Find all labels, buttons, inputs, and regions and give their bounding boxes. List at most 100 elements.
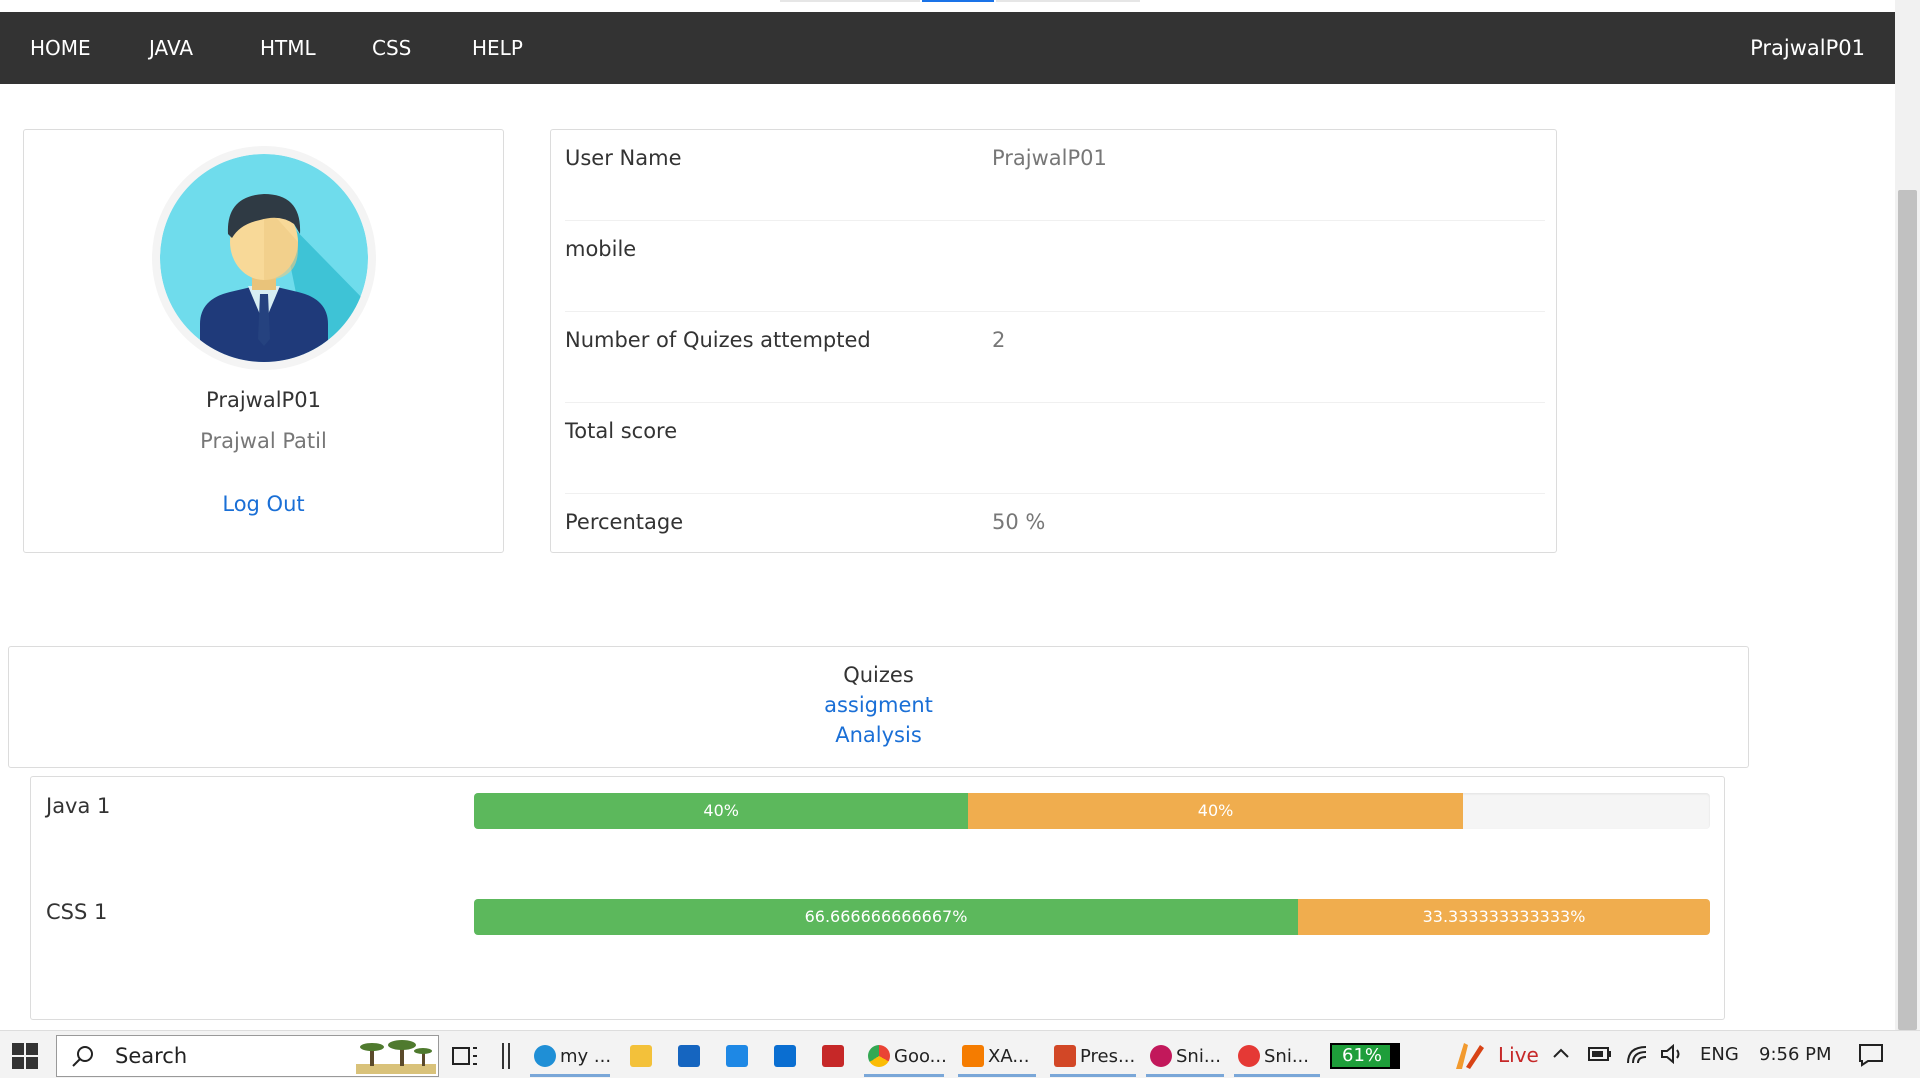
result-label: Java 1 xyxy=(46,794,111,818)
progress-segment-wrong: 40% xyxy=(968,793,1463,829)
taskbar-app-powerpoint[interactable]: Pres... xyxy=(1050,1035,1136,1077)
profile-username: PrajwalP01 xyxy=(206,388,321,412)
chevron-up-icon[interactable] xyxy=(1552,1045,1570,1063)
wifi-icon[interactable] xyxy=(1626,1043,1648,1065)
profile-card: PrajwalP01 Prajwal Patil Log Out xyxy=(23,129,504,553)
active-app-indicator xyxy=(864,1074,944,1077)
shield-icon xyxy=(822,1045,844,1067)
assignment-link[interactable]: assigment xyxy=(9,693,1748,717)
live-label[interactable]: Live xyxy=(1498,1043,1539,1067)
taskbar-search-box[interactable]: Search xyxy=(56,1035,439,1077)
user-details-card: User Name PrajwalP01 mobile Number of Qu… xyxy=(550,129,1557,553)
chrome-icon xyxy=(868,1045,890,1067)
active-app-indicator xyxy=(1050,1074,1136,1077)
scissors-icon xyxy=(1150,1045,1172,1067)
detail-row-mobile: mobile xyxy=(565,221,1545,312)
taskbar-app-label: Pres... xyxy=(1080,1046,1136,1067)
nav-css[interactable]: CSS xyxy=(372,12,411,84)
active-app-indicator xyxy=(530,1074,610,1077)
l-app-icon xyxy=(726,1045,748,1067)
search-icon xyxy=(72,1046,93,1067)
avatar-ring xyxy=(152,146,376,370)
volume-icon[interactable] xyxy=(1660,1044,1684,1064)
detail-label: Total score xyxy=(565,419,678,443)
language-indicator[interactable]: ENG xyxy=(1700,1044,1739,1065)
windows-start-icon[interactable] xyxy=(12,1043,38,1069)
nav-java[interactable]: JAVA xyxy=(149,12,193,84)
taskbar-app-mail[interactable] xyxy=(674,1035,708,1077)
windows-taskbar: Search my ... Goo... XA... Pres... Sni..… xyxy=(0,1030,1920,1078)
detail-value: 2 xyxy=(992,328,1006,352)
quizes-title: Quizes xyxy=(843,663,914,687)
taskbar-app-xampp[interactable]: XA... xyxy=(958,1035,1036,1077)
nav-html[interactable]: HTML xyxy=(260,12,316,84)
detail-label: Percentage xyxy=(565,510,684,534)
detail-value: PrajwalP01 xyxy=(992,146,1107,170)
analysis-link[interactable]: Analysis xyxy=(9,723,1748,747)
top-navbar: HOME JAVA HTML CSS HELP PrajwalP01 xyxy=(0,12,1895,84)
progress-segment-wrong: 33.333333333333% xyxy=(1298,899,1710,935)
battery-icon[interactable] xyxy=(1588,1046,1612,1062)
user-avatar-icon xyxy=(160,154,368,362)
taskbar-app-label: Goo... xyxy=(894,1046,947,1067)
clock[interactable]: 9:56 PM xyxy=(1759,1044,1832,1065)
active-app-indicator xyxy=(1234,1074,1320,1077)
brush-app-icon[interactable] xyxy=(1450,1039,1488,1071)
nav-user[interactable]: PrajwalP01 xyxy=(1750,12,1865,84)
taskbar-app-chrome[interactable]: Goo... xyxy=(864,1035,947,1077)
notification-center-icon[interactable] xyxy=(1858,1043,1884,1067)
outlook-icon xyxy=(774,1045,796,1067)
tab-indicator-active xyxy=(922,0,994,2)
powerpoint-icon xyxy=(1054,1045,1076,1067)
detail-value: 50 % xyxy=(992,510,1046,534)
taskbar-app-snip-2[interactable]: Sni... xyxy=(1234,1035,1320,1077)
active-app-indicator xyxy=(1146,1074,1224,1077)
browser-tab-strip xyxy=(0,0,1895,12)
taskbar-app-outlook[interactable] xyxy=(770,1035,804,1077)
profile-full-name: Prajwal Patil xyxy=(200,429,327,453)
mail-icon xyxy=(678,1045,700,1067)
taskbar-app-label: Sni... xyxy=(1176,1046,1221,1067)
result-label: CSS 1 xyxy=(46,900,108,924)
taskbar-app-label: my ... xyxy=(560,1046,612,1067)
battery-widget[interactable]: 61% xyxy=(1330,1043,1400,1069)
progress-segment-correct: 40% xyxy=(474,793,969,829)
logout-link[interactable]: Log Out xyxy=(24,492,503,516)
detail-row-total-score: Total score xyxy=(565,403,1545,494)
taskbar-app-label: Sni... xyxy=(1264,1046,1309,1067)
quizes-card: Quizes assigment Analysis xyxy=(8,646,1749,768)
result-progress-bar: 66.666666666667% 33.333333333333% xyxy=(474,899,1710,935)
detail-row-username: User Name PrajwalP01 xyxy=(565,130,1545,221)
xampp-icon xyxy=(962,1045,984,1067)
taskbar-separator xyxy=(508,1043,510,1069)
tab-indicator xyxy=(780,0,920,2)
taskbar-app-mcafee[interactable] xyxy=(818,1035,852,1077)
result-progress-bar: 40% 40% xyxy=(474,793,1710,829)
detail-label: mobile xyxy=(565,237,637,261)
nav-home[interactable]: HOME xyxy=(30,12,91,84)
taskbar-app-l[interactable] xyxy=(722,1035,756,1077)
tab-indicator xyxy=(996,0,1140,2)
detail-row-quizes-attempted: Number of Quizes attempted 2 xyxy=(565,312,1545,403)
page-scrollbar-thumb[interactable] xyxy=(1898,190,1917,1030)
taskbar-separator xyxy=(502,1043,504,1069)
search-highlight-icon xyxy=(356,1040,436,1074)
taskbar-app-snip-1[interactable]: Sni... xyxy=(1146,1035,1224,1077)
quiz-results-card: Java 1 40% 40% CSS 1 66.666666666667% 33… xyxy=(30,776,1725,1020)
battery-percent: 61% xyxy=(1342,1045,1383,1066)
detail-row-percentage: Percentage 50 % xyxy=(565,494,1545,585)
folder-icon xyxy=(630,1045,652,1067)
search-label: Search xyxy=(115,1044,188,1068)
active-app-indicator xyxy=(958,1074,1036,1077)
task-view-icon[interactable] xyxy=(452,1045,478,1067)
avatar xyxy=(160,154,368,362)
taskbar-app-edge[interactable]: my ... xyxy=(530,1035,612,1077)
detail-label: User Name xyxy=(565,146,682,170)
edge-icon xyxy=(534,1045,556,1067)
taskbar-app-file-explorer[interactable] xyxy=(626,1035,660,1077)
nav-help[interactable]: HELP xyxy=(472,12,523,84)
taskbar-app-label: XA... xyxy=(988,1046,1030,1067)
progress-segment-correct: 66.666666666667% xyxy=(474,899,1298,935)
detail-label: Number of Quizes attempted xyxy=(565,328,871,352)
scissors-icon xyxy=(1238,1045,1260,1067)
